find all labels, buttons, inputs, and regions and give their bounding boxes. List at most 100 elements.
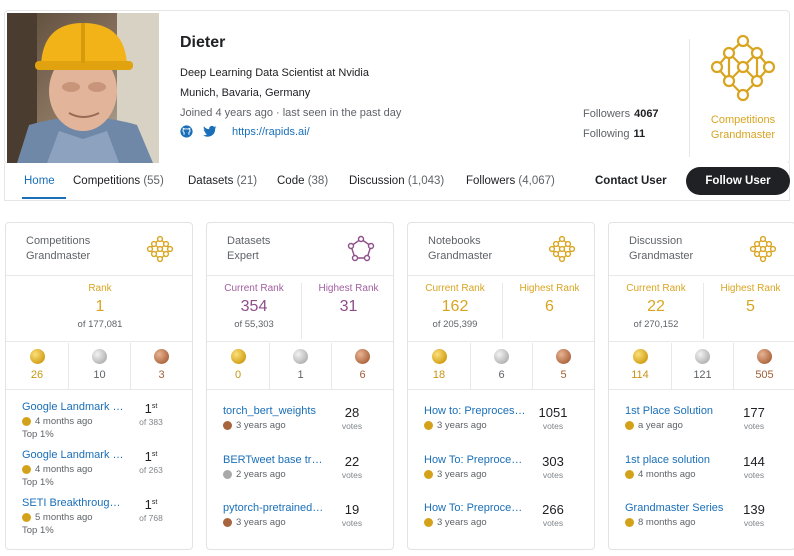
item-meta: 3 years ago	[424, 517, 487, 528]
item-time: 2 years ago	[236, 469, 286, 480]
silver-medal-icon	[92, 349, 107, 364]
current-rank-value: 22	[647, 298, 665, 315]
divider	[207, 275, 393, 276]
item-title-link[interactable]: BERTweet base transformers	[223, 454, 325, 466]
bronze-medal-icon	[223, 518, 232, 527]
tab-count: (21)	[236, 175, 258, 187]
votes-label: votes	[341, 470, 363, 480]
tab-label: Followers	[466, 175, 516, 187]
item-title-link[interactable]: How to: Preprocessing for GloVe	[424, 405, 526, 417]
item-rank-of: of 263	[139, 465, 163, 475]
highest-rank-block: Highest Rank 31	[302, 283, 395, 316]
list-item[interactable]: 1st Place Solution a year ago 177 votes	[625, 405, 785, 451]
tab-count: (38)	[307, 175, 329, 187]
item-title-link[interactable]: Google Landmark Retrieval 2020	[22, 449, 124, 461]
highest-rank-block: Highest Rank 5	[704, 283, 794, 316]
tab-count: (4,067)	[518, 175, 555, 187]
twitter-icon[interactable]	[203, 125, 217, 138]
rank-block: Rank 1 of 177,081	[6, 283, 194, 330]
gold-medal-icon	[424, 518, 433, 527]
item-rank-of: of 768	[139, 513, 163, 523]
item-title-link[interactable]: How To: Preprocessing for Keras	[424, 502, 526, 514]
tab-discussion[interactable]: Discussion (1,043)	[349, 175, 444, 187]
divider	[408, 275, 594, 276]
list-item[interactable]: pytorch-pretrained-bert 3 years ago 19 vo…	[223, 502, 383, 548]
list-item[interactable]: Google Landmark Recognition 2020 4 month…	[22, 401, 182, 447]
item-meta: 5 months ago	[22, 512, 93, 523]
item-rank: 1st of 263	[128, 449, 174, 475]
card-header: Discussion Grandmaster	[609, 223, 794, 275]
current-rank-block: Current Rank 162 of 205,399	[408, 283, 502, 330]
profile-tabs: Home Competitions (55) Datasets (21) Cod…	[4, 163, 790, 201]
rank-value: 1	[95, 298, 105, 315]
tab-home[interactable]: Home	[24, 175, 55, 187]
gold-medal-icon	[632, 349, 648, 364]
item-title-link[interactable]: pytorch-pretrained-bert	[223, 502, 325, 514]
item-title-link[interactable]: torch_bert_weights	[223, 405, 325, 417]
list-item[interactable]: SETI Breakthrough Listen 5 months ago To…	[22, 497, 182, 543]
item-title-link[interactable]: 1st Place Solution	[625, 405, 727, 417]
header-divider	[689, 39, 690, 157]
item-votes: 22 votes	[329, 454, 375, 480]
list-item[interactable]: torch_bert_weights 3 years ago 28 votes	[223, 405, 383, 451]
highest-rank-block: Highest Rank 6	[503, 283, 596, 316]
tab-count: (55)	[143, 175, 164, 187]
followers-stat[interactable]: Followers 4067	[583, 108, 659, 120]
list-item[interactable]: BERTweet base transformers 2 years ago 2…	[223, 454, 383, 500]
tab-code[interactable]: Code (38)	[277, 175, 328, 187]
follow-user-button[interactable]: Follow User	[686, 167, 790, 195]
list-item[interactable]: How to: Preprocessing for GloVe 3 years …	[424, 405, 584, 451]
item-rank-suffix: st	[151, 499, 158, 506]
divider	[609, 389, 794, 390]
item-votes: 1051 votes	[530, 405, 576, 431]
item-meta: 4 months ago	[625, 469, 696, 480]
expert-icon	[347, 235, 375, 263]
list-item[interactable]: Grandmaster Series 8 months ago 139 votes	[625, 502, 785, 548]
gold-medal-icon	[230, 349, 246, 364]
item-rank: 1st of 383	[128, 401, 174, 427]
vote-count: 139	[743, 502, 765, 517]
vote-count: 303	[542, 454, 564, 469]
active-tab-indicator	[22, 197, 66, 199]
list-item[interactable]: 1st place solution 4 months ago 144 votes	[625, 454, 785, 500]
tab-followers[interactable]: Followers (4,067)	[466, 175, 555, 187]
item-time: 4 months ago	[638, 469, 696, 480]
item-title-link[interactable]: Google Landmark Recognition 2020	[22, 401, 124, 413]
list-item[interactable]: How To: Preprocessing for Keras 3 years …	[424, 502, 584, 548]
website-link[interactable]: https://rapids.ai/	[232, 126, 310, 138]
list-item[interactable]: How To: Preprocessing when using embeddi…	[424, 454, 584, 500]
silver-medals: 10	[68, 343, 130, 389]
bronze-medal-icon	[355, 349, 370, 364]
divider	[6, 341, 192, 342]
item-time: 8 months ago	[638, 517, 696, 528]
silver-medal-icon	[223, 470, 232, 479]
tier-label-line2: Grandmaster	[710, 129, 776, 141]
rank-label: Rank	[88, 283, 112, 294]
item-title-link[interactable]: How To: Preprocessing when using embeddi…	[424, 454, 526, 466]
card-title-category: Competitions	[26, 235, 91, 247]
notebooks-card: Notebooks Grandmaster Current Rank 162 o…	[407, 222, 595, 550]
item-rank-value: 1	[144, 449, 152, 464]
item-rank: 1st of 768	[128, 497, 174, 523]
profile-name: Dieter	[180, 34, 226, 51]
list-item[interactable]: Google Landmark Retrieval 2020 4 months …	[22, 449, 182, 495]
gold-medal-icon	[22, 513, 31, 522]
card-title-tier: Grandmaster	[428, 250, 493, 262]
github-icon[interactable]	[180, 125, 193, 138]
tab-datasets[interactable]: Datasets (21)	[188, 175, 257, 187]
card-title: Discussion Grandmaster	[629, 234, 693, 264]
bronze-count: 3	[158, 369, 165, 381]
votes-label: votes	[542, 421, 564, 431]
tab-competitions[interactable]: Competitions (55)	[73, 175, 164, 187]
bronze-medals: 6	[331, 343, 393, 389]
bronze-medal-icon	[556, 349, 571, 364]
contact-user-button[interactable]: Contact User	[595, 175, 667, 187]
votes-label: votes	[743, 470, 765, 480]
item-title-link[interactable]: SETI Breakthrough Listen	[22, 497, 124, 509]
tab-count: (1,043)	[407, 175, 445, 187]
bronze-medals: 3	[130, 343, 192, 389]
item-time: a year ago	[638, 420, 683, 431]
item-title-link[interactable]: 1st place solution	[625, 454, 727, 466]
item-title-link[interactable]: Grandmaster Series	[625, 502, 727, 514]
following-stat[interactable]: Following 11	[583, 128, 645, 140]
